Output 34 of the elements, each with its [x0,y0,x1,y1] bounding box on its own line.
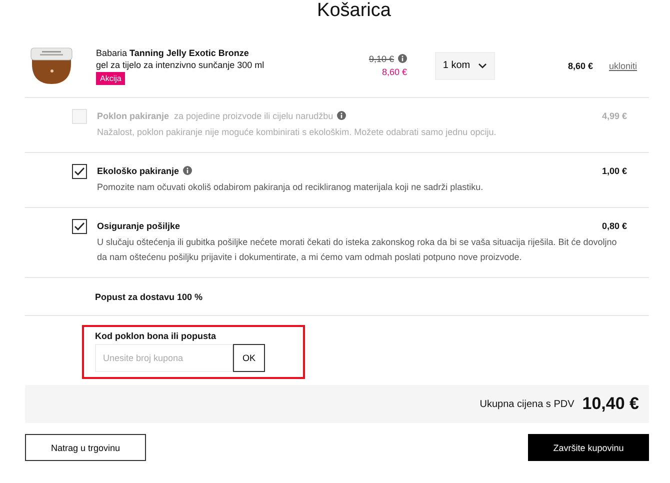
option-title: Ekološko pakiranje [97,166,180,176]
option-description: Pomozite nam očuvati okoliš odabirom pakiranja od recikliranog materijala koji ne sadrži plastiku. [97,181,484,194]
checkbox[interactable] [72,164,87,179]
remove-link[interactable]: ukloniti [609,60,638,70]
shipping-discount: Popust za dostavu 100 % [95,292,203,302]
page-title: Košarica [316,0,392,23]
quantity-select[interactable]: 1 kom [435,52,495,80]
total-price: 10,40 € [582,394,639,414]
jar-drawing [28,46,75,86]
coupon-label: Kod poklon bona ili popusta [95,331,217,341]
sale-badge: Akcija [96,72,126,84]
option-title: Poklon pakiranje [97,111,170,121]
info-icon[interactable] [337,111,346,120]
checkbox[interactable] [72,219,87,234]
back-to-shop-button[interactable]: Natrag u trgovinu [25,434,146,461]
option-description: Nažalost, poklon pakiranje nije moguće kombinirati s ekološkim. Možete odabrati samo jednu opciju. [97,126,498,139]
ok-button[interactable]: OK [233,344,265,372]
coupon-field[interactable]: Unesite broj kupona [95,344,233,372]
info-icon[interactable] [398,54,407,62]
option-price: 4,99 € [602,111,627,121]
info-icon[interactable] [183,166,192,175]
old-price: 9,10 € [368,54,394,64]
total-label: Ukupna cijena s PDV [480,398,574,410]
checkout-button[interactable]: Završite kupovinu [528,434,649,461]
option-description: U slučaju oštećenja ili gubitka pošiljke nećete morati čekati do isteka zakonskog roka da bi se vaša situacija riješila. Bit će dovoljno da nam oštećenu pošiljku prijavite i dokumentirate, a mi ćemo vam odmah poslati potpuno nove proizvode. [97,236,618,264]
product-name[interactable]: Babaria Tanning Jelly Exotic Bronze [96,46,351,58]
option-subtitle: za pojedine proizvode ili cijelu narudžbu [174,111,334,121]
option-price: 1,00 € [602,166,627,176]
option-price: 0,80 € [602,221,627,231]
chevron-down-icon [478,62,488,68]
line-total: 8,60 € [566,60,593,70]
product-description: gel za tijelo za intenzivno sunčanje 300 ml [96,58,266,70]
sale-price: 8,60 € [380,66,407,78]
option-title: Osiguranje pošiljke [97,221,180,231]
